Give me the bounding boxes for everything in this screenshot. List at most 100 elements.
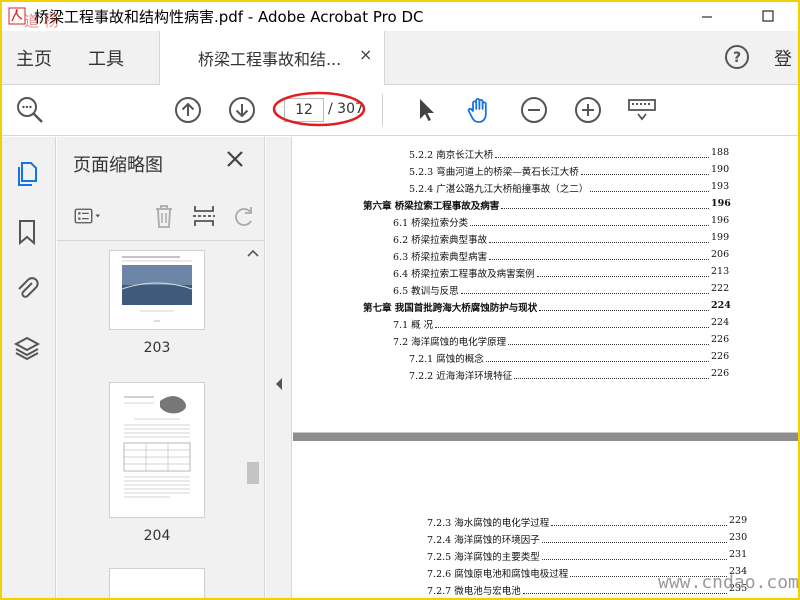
- toc-entry[interactable]: 6.2 桥梁拉索典型事故: [393, 232, 487, 246]
- toc-page-number: 229: [729, 515, 748, 526]
- thumbnail-page[interactable]: [109, 568, 205, 598]
- zoom-in-icon[interactable]: [572, 94, 604, 126]
- toc-leader-dots: [461, 293, 709, 294]
- scrollbar-thumb[interactable]: [247, 462, 259, 484]
- toc-page-number: 226: [711, 368, 730, 379]
- toolbar-separator: [382, 94, 383, 126]
- site-logo: 道·杨: [24, 12, 59, 30]
- collapse-arrow-icon[interactable]: [274, 377, 284, 391]
- toc-entry[interactable]: 6.3 桥梁拉索典型病害: [393, 249, 487, 263]
- toc-entry[interactable]: 7.2.7 微电池与宏电池: [427, 583, 521, 597]
- toc-entry[interactable]: 5.2.2 南京长江大桥: [409, 147, 493, 161]
- panel-close-icon[interactable]: [223, 147, 247, 171]
- toc-page-number: 222: [711, 283, 730, 294]
- toc-entry[interactable]: 7.2.6 腐蚀原电池和腐蚀电极过程: [427, 566, 568, 580]
- page-down-icon[interactable]: [226, 94, 258, 126]
- toc-entry[interactable]: 第七章 我国首批跨海大桥腐蚀防护与现状: [363, 300, 537, 314]
- document-tab[interactable]: 桥梁工程事故和结... ×: [159, 31, 385, 85]
- thumbnail-list: 203 204: [57, 242, 243, 598]
- toc-page-number: 196: [711, 215, 730, 226]
- zoom-icon[interactable]: [14, 94, 46, 126]
- toc-leader-dots: [489, 259, 709, 260]
- toc-entry[interactable]: 7.1 概 况: [393, 317, 433, 331]
- toc-page-number: 230: [729, 532, 748, 543]
- thumbnail-image: [123, 396, 191, 498]
- attachment-icon[interactable]: [12, 273, 42, 303]
- layers-icon[interactable]: [12, 333, 42, 363]
- toc-entry[interactable]: 5.2.3 弯曲河道上的桥梁—黄石长江大桥: [409, 164, 579, 178]
- toc-leader-dots: [539, 310, 709, 311]
- toc-entry[interactable]: 第六章 桥梁拉索工程事故及病害: [363, 198, 499, 212]
- site-watermark: www.cndao.com: [658, 572, 798, 593]
- toc-leader-dots: [489, 242, 709, 243]
- toc-page-number: 226: [711, 334, 730, 345]
- page-up-icon[interactable]: [172, 94, 204, 126]
- toc-leader-dots: [470, 225, 709, 226]
- toc-entry[interactable]: 6.5 教训与反思: [393, 283, 459, 297]
- thumbnail-page[interactable]: [109, 250, 205, 330]
- page-bottom-edge: [293, 423, 798, 433]
- toc-page-number: 224: [711, 300, 731, 311]
- minimize-icon[interactable]: [684, 2, 730, 31]
- svg-text:?: ?: [733, 50, 741, 66]
- toc-entry[interactable]: 7.2.1 腐蚀的概念: [409, 351, 484, 365]
- toc-leader-dots: [590, 191, 709, 192]
- toc-page-number: 226: [711, 351, 730, 362]
- page-thumbnails-panel: 页面缩略图 203 204: [57, 137, 265, 598]
- toc-entry[interactable]: 7.2.4 海洋腐蚀的环境因子: [427, 532, 540, 546]
- toc-leader-dots: [486, 361, 709, 362]
- menu-tools[interactable]: 工具: [88, 45, 124, 71]
- keyboard-icon[interactable]: [626, 94, 658, 126]
- toc-page-number: 193: [711, 181, 730, 192]
- svg-text:道·杨: 道·杨: [24, 12, 59, 30]
- toc-page-number: 188: [711, 147, 730, 158]
- hand-tool-icon[interactable]: [464, 94, 496, 126]
- delete-page-icon[interactable]: [149, 201, 179, 231]
- zoom-out-icon[interactable]: [518, 94, 550, 126]
- rotate-page-icon[interactable]: [229, 201, 259, 231]
- thumbnail-page[interactable]: [109, 382, 205, 518]
- document-tab-close-icon[interactable]: ×: [359, 45, 372, 64]
- insert-page-icon[interactable]: [189, 201, 219, 231]
- menu-bar: 主页 工具 桥梁工程事故和结... × ? 登: [2, 31, 798, 85]
- toc-page-number: 213: [711, 266, 730, 277]
- panel-title: 页面缩略图: [73, 155, 163, 176]
- toc-leader-dots: [581, 174, 709, 175]
- acrobat-window: 桥梁工程事故和结构性病害.pdf - Adobe Acrobat Pro DC …: [2, 2, 798, 598]
- toc-page-number: 224: [711, 317, 730, 328]
- bookmark-icon[interactable]: [12, 217, 42, 247]
- toc-leader-dots: [435, 327, 709, 328]
- toc-page-number: 196: [711, 198, 731, 209]
- toc-leader-dots: [537, 276, 709, 277]
- thumbnail-image: [121, 256, 193, 322]
- toc-entry[interactable]: 6.4 桥梁拉索工程事故及病害案例: [393, 266, 535, 280]
- thumbnail-scrollbar[interactable]: [243, 242, 263, 598]
- toc-leader-dots: [501, 208, 709, 209]
- toc-page-number: 206: [711, 249, 730, 260]
- toc-page-number: 231: [729, 549, 748, 560]
- menu-home[interactable]: 主页: [16, 45, 52, 71]
- panel-toolbar: [57, 191, 265, 241]
- toc-leader-dots: [551, 525, 727, 526]
- document-view[interactable]: 5.2.2 南京长江大桥 188 5.2.3 弯曲河道上的桥梁—黄石长江大桥 190 5…: [293, 137, 798, 598]
- toolbar: 12 / 307: [2, 86, 798, 136]
- toc-leader-dots: [514, 378, 709, 379]
- toc-leader-dots: [542, 542, 727, 543]
- toc-entry[interactable]: 7.2.2 近海海洋环境特征: [409, 368, 512, 382]
- toc-entry[interactable]: 7.2.3 海水腐蚀的电化学过程: [427, 515, 549, 529]
- toc-entry[interactable]: 7.2 海洋腐蚀的电化学原理: [393, 334, 506, 348]
- toc-entry[interactable]: 6.1 桥梁拉索分类: [393, 215, 468, 229]
- maximize-icon[interactable]: [744, 2, 790, 31]
- help-icon[interactable]: ?: [723, 43, 751, 71]
- toc-entry[interactable]: 7.2.5 海洋腐蚀的主要类型: [427, 549, 540, 563]
- panel-collapse-strip[interactable]: [266, 137, 292, 598]
- thumbnail-options-icon[interactable]: [73, 201, 103, 231]
- thumbnail-label: 204: [143, 528, 171, 544]
- page-thumbnails-icon[interactable]: [12, 159, 42, 189]
- toc-entry[interactable]: 5.2.4 广湛公路九江大桥船撞事故（之二）: [409, 181, 588, 195]
- left-navigation-rail: [2, 137, 56, 598]
- page-separator: [293, 433, 798, 441]
- select-arrow-icon[interactable]: [410, 94, 442, 126]
- scroll-up-icon[interactable]: [246, 248, 260, 258]
- sign-in-link[interactable]: 登: [774, 45, 792, 71]
